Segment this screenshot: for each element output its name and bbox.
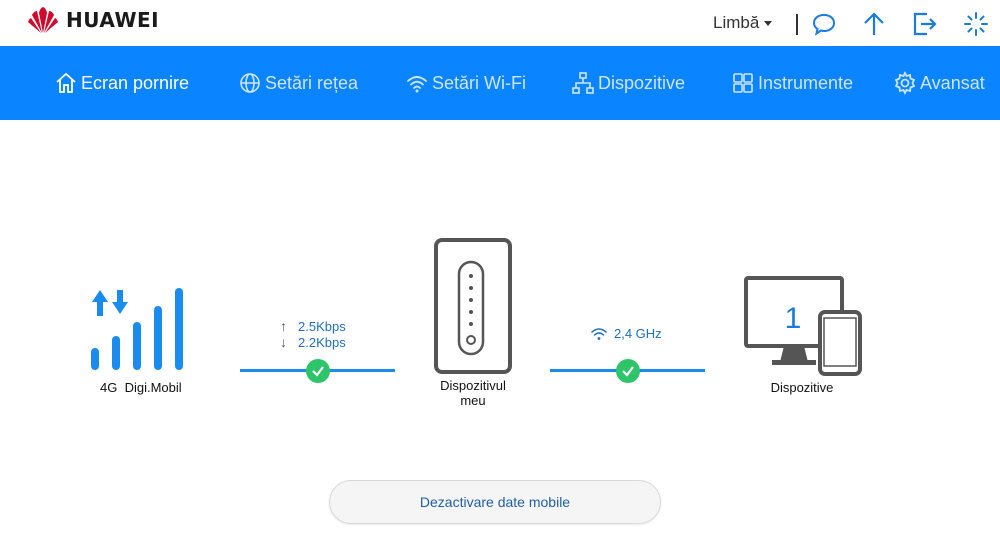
main-nav: Ecran pornire Setări rețea Setări Wi-Fi …	[0, 46, 1000, 120]
tools-grid-icon	[733, 73, 753, 93]
nav-item-label: Instrumente	[758, 72, 854, 93]
chevron-down-icon	[764, 20, 773, 26]
router-label: Dispozitivul meu	[420, 378, 526, 408]
wifi-band-value: 2,4 GHz	[614, 326, 662, 341]
lan-ok-check-icon	[616, 359, 640, 383]
wan-ok-check-icon	[306, 359, 330, 383]
logout-icon[interactable]	[911, 10, 939, 38]
upload-arrow-small-icon: ↑	[280, 318, 287, 334]
router-label-line2: meu	[460, 393, 486, 408]
wifi-icon	[407, 76, 427, 93]
download-speed-value: 2.2Kbps	[298, 334, 346, 350]
disable-mobile-data-button[interactable]: Dezactivare date mobile	[329, 480, 661, 524]
upload-speed-value: 2.5Kbps	[298, 318, 346, 334]
nav-item-instrumente[interactable]: Instrumente	[731, 46, 853, 120]
network-info: 4G Digi.Mobil	[100, 380, 210, 395]
nav-item-dispozitive[interactable]: Dispozitive	[571, 46, 685, 120]
upload-arrow-icon[interactable]	[860, 10, 888, 38]
language-selector[interactable]: Limbă	[713, 13, 773, 33]
nav-item-setari-wifi[interactable]: Setări Wi-Fi	[405, 46, 526, 120]
connected-devices-count: 1	[784, 302, 802, 335]
gear-icon	[894, 71, 916, 95]
brand-name: HUAWEI	[66, 8, 160, 32]
huawei-logo: HUAWEI	[26, 5, 159, 35]
nav-item-ecran-pornire[interactable]: Ecran pornire	[54, 46, 189, 120]
huawei-logo-icon	[28, 7, 58, 33]
signal-strength-icon	[88, 284, 204, 379]
router-label-line1: Dispozitivul	[440, 378, 506, 393]
download-speed: ↓ 2.2Kbps	[280, 334, 346, 350]
wifi-band: 2,4 GHz	[590, 326, 662, 341]
chat-icon[interactable]	[810, 10, 838, 38]
nav-item-label: Setări rețea	[265, 72, 359, 93]
nav-item-label: Dispozitive	[598, 72, 686, 93]
network-icon	[572, 72, 594, 94]
download-arrow-small-icon: ↓	[280, 334, 287, 350]
devices-label: Dispozitive	[770, 380, 834, 395]
network-type: 4G	[100, 380, 118, 395]
nav-item-setari-retea[interactable]: Setări rețea	[238, 46, 358, 120]
nav-item-avansat[interactable]: Avansat	[893, 46, 985, 120]
top-bar: HUAWEI Limbă	[0, 0, 1000, 46]
nav-item-label: Setări Wi-Fi	[432, 72, 526, 93]
wifi-small-icon	[591, 327, 607, 340]
upload-speed: ↑ 2.5Kbps	[280, 318, 346, 334]
globe-icon	[240, 73, 260, 93]
router-icon	[434, 238, 512, 379]
nav-item-label: Ecran pornire	[81, 72, 190, 93]
loading-spinner-icon[interactable]	[962, 10, 990, 38]
operator-name: Digi.Mobil	[124, 380, 182, 395]
language-label: Limbă	[713, 13, 760, 32]
home-icon	[56, 72, 76, 93]
nav-item-label: Avansat	[920, 72, 985, 93]
header-divider	[796, 14, 798, 35]
